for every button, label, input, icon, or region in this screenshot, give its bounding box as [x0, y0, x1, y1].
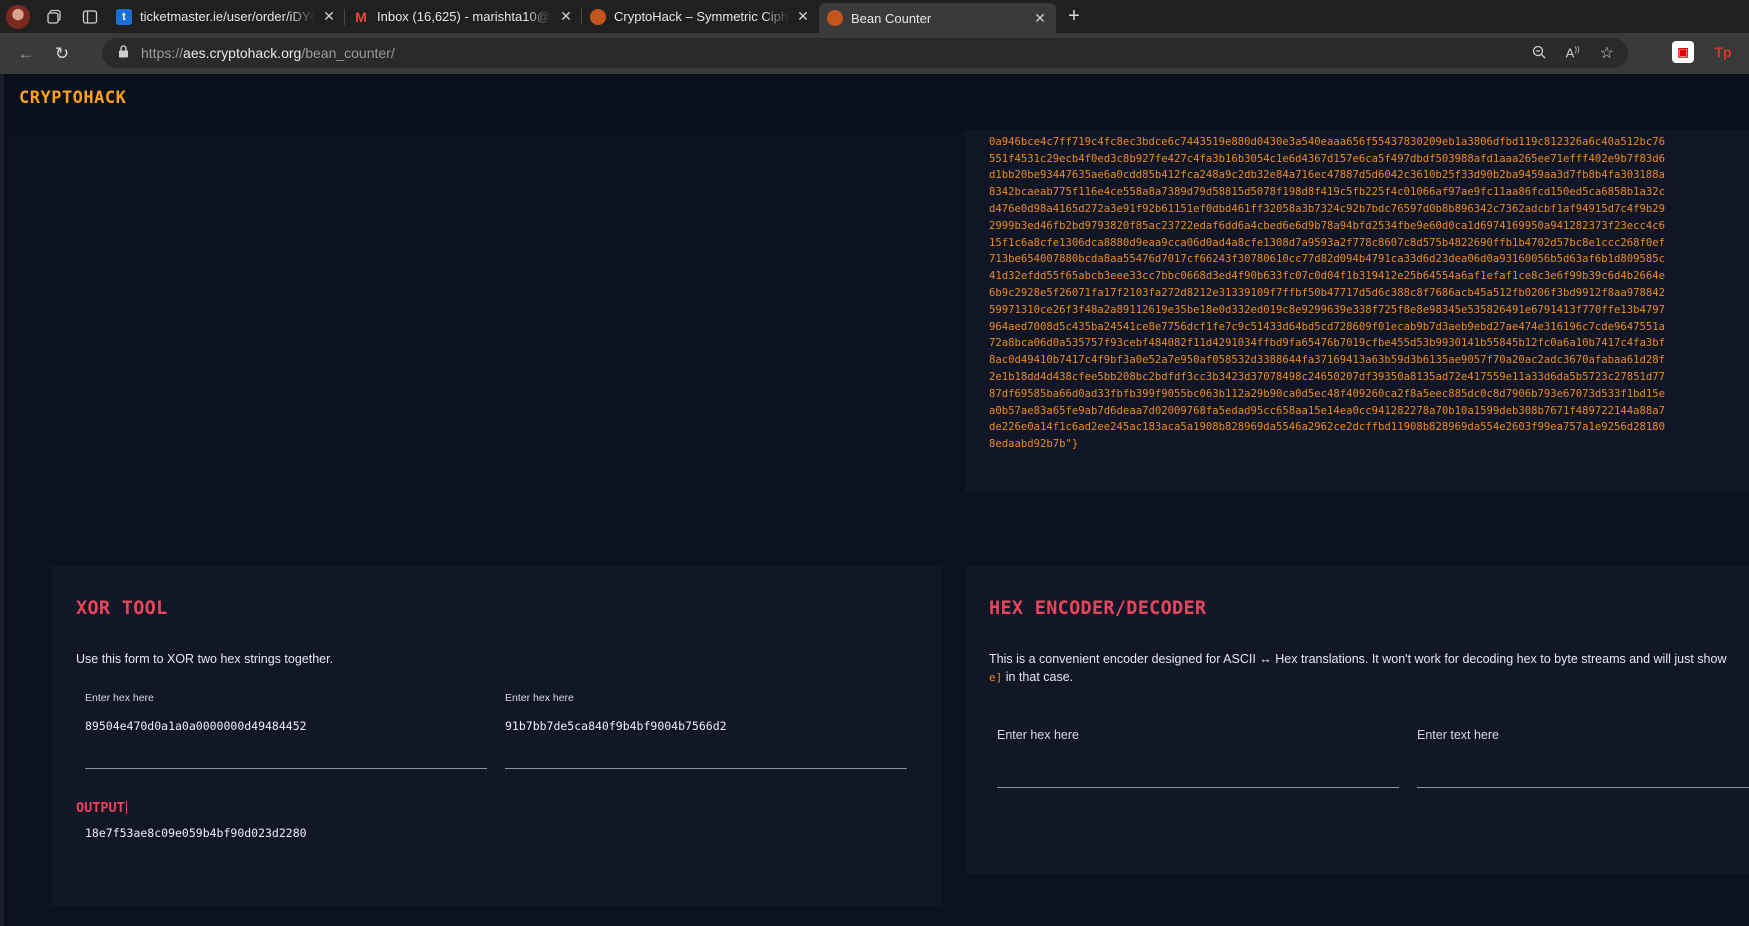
- url-bar[interactable]: https://aes.cryptohack.org/bean_counter/…: [102, 38, 1628, 68]
- site-header: CRYPTOHACK: [4, 74, 1749, 130]
- xor-output-label: OUTPUT: [76, 800, 127, 816]
- xor-tool-card: XOR TOOL Use this form to XOR two hex st…: [52, 566, 941, 906]
- hex-line: 0a946bce4c7ff719c4fc8ec3bdce6c7443519e88…: [989, 135, 1666, 148]
- response-hex-text: 7a51afbb705aaea651702396772a22fa9d54315d…: [989, 130, 1665, 453]
- hex-line: 72a8bca06d0a535757f93cebf484082f11d42910…: [989, 337, 1666, 350]
- hex-line: de226e0a14f1c6ad2ee245ac183aca5a1908b828…: [989, 421, 1666, 434]
- cryptohack-favicon-icon: [827, 10, 843, 26]
- hex-line: 15f1c6a8cfe1306dca8880d9eaa9cca06d0ad4a8…: [989, 236, 1666, 249]
- tab-title: Bean Counter: [851, 10, 932, 26]
- hex-line: 59971310ce26f3f48a2a89112619e35be18e0d33…: [989, 303, 1666, 316]
- tab-title: CryptoHack – Symmetric Ciphers: [614, 9, 789, 24]
- tab-gmail[interactable]: M Inbox (16,625) - marishta10@gmail.com …: [345, 0, 582, 33]
- cryptohack-favicon-icon: [590, 8, 606, 25]
- gmail-favicon-icon: M: [355, 8, 367, 25]
- ticketmaster-favicon-icon: t: [116, 8, 132, 25]
- close-icon[interactable]: ✕: [1032, 10, 1048, 27]
- zoom-icon[interactable]: [1532, 45, 1546, 62]
- cryptohack-logo[interactable]: CRYPTOHACK: [19, 88, 126, 108]
- hex-line: 713be654007880bcda8aa55476d7017cf66243f3…: [989, 253, 1666, 266]
- tab-title: Inbox (16,625) - marishta10@gmail.com: [377, 9, 552, 24]
- lock-icon[interactable]: [118, 45, 129, 61]
- xor-input1-label: Enter hex here: [85, 692, 154, 704]
- hex-line: 2e1b18dd4d438cfee5bb208bc2bdfdf3cc3b3423…: [989, 370, 1666, 383]
- refresh-icon[interactable]: ↻: [44, 44, 80, 64]
- response-output-panel: 7a51afbb705aaea651702396772a22fa9d54315d…: [965, 130, 1749, 492]
- hex-line: 8342bcaeab775f116e4ce558a8a7389d79d58815…: [989, 186, 1666, 199]
- tab-title: ticketmaster.ie/user/order/iDYQd: [140, 9, 315, 24]
- xor-input2-label: Enter hex here: [505, 692, 574, 704]
- xor-tool-title: XOR TOOL: [76, 598, 168, 619]
- hex-input-label: Enter hex here: [997, 728, 1079, 742]
- xor-tool-description: Use this form to XOR two hex strings tog…: [76, 652, 334, 666]
- xor-input2-field[interactable]: 91b7bb7de5ca840f9b4bf9004b7566d2: [505, 719, 727, 733]
- translate-extension-icon[interactable]: Tp: [1712, 41, 1734, 63]
- url-text: https://aes.cryptohack.org/bean_counter/: [141, 45, 395, 61]
- text-input-field[interactable]: [1417, 787, 1749, 788]
- text-input-label: Enter text here: [1417, 728, 1499, 742]
- hex-line: 8edaabd92b7b"}: [989, 438, 1079, 451]
- hex-line: d1bb20be93447635ae6a0cdd85b412fca248a9c2…: [989, 169, 1666, 182]
- profile-avatar[interactable]: [0, 0, 36, 33]
- hex-line: 964aed7008d5c435ba24541ce8e7756dcf1fe7c9…: [989, 320, 1666, 333]
- hex-line: a0b57ae83a65fe9ab7d6deaa7d02009768fa5eda…: [989, 404, 1666, 417]
- hex-tool-description: This is a convenient encoder designed fo…: [989, 652, 1727, 684]
- hex-line: 6b9c2928e5f26071fa17f2103fa272d8212e3133…: [989, 286, 1666, 299]
- tab-bean-counter[interactable]: Bean Counter ✕: [819, 3, 1056, 33]
- address-toolbar: ← ↻ https://aes.cryptohack.org/bean_coun…: [0, 33, 1749, 74]
- tab-actions-icon[interactable]: [72, 0, 108, 33]
- xor-output-value: 18e7f53ae8c09e059b4bf90d023d2280: [85, 826, 307, 840]
- hex-line: d476e0d98a4165d272a3e91f92b61151ef0dbd46…: [989, 202, 1666, 215]
- tab-cryptohack-symmetric[interactable]: CryptoHack – Symmetric Ciphers ✕: [582, 0, 819, 33]
- hex-encoder-card: HEX ENCODER/DECODER This is a convenient…: [965, 566, 1749, 874]
- close-icon[interactable]: ✕: [795, 8, 811, 25]
- close-icon[interactable]: ✕: [321, 8, 337, 25]
- hex-line: 41d32efdd55f65abcb3eee33cc7bbc0668d3ed4f…: [989, 270, 1666, 283]
- extension-icon[interactable]: ▣: [1672, 41, 1694, 63]
- workspaces-icon[interactable]: [36, 0, 72, 33]
- hex-line: 551f4531c29ecb4f0ed3c8b927fe427c4fa3b16b…: [989, 152, 1666, 165]
- page-viewport: CRYPTOHACK 7a51afbb705aaea651702396772a2…: [0, 74, 1749, 926]
- xor-input1-field[interactable]: 89504e470d0a1a0a0000000d49484452: [85, 719, 307, 733]
- hex-line: 8ac0d49410b7417c4f9bf3a0e52a7e950af05853…: [989, 354, 1666, 367]
- new-tab-icon[interactable]: +: [1056, 5, 1092, 28]
- back-icon[interactable]: ←: [8, 44, 44, 64]
- hex-tool-title: HEX ENCODER/DECODER: [989, 598, 1207, 619]
- close-icon[interactable]: ✕: [558, 8, 574, 25]
- hex-input-field[interactable]: [997, 787, 1399, 788]
- favorite-star-icon[interactable]: ☆: [1600, 43, 1614, 63]
- hex-line: 87df69585ba66d0ad33fbfb399f9055bc063b112…: [989, 387, 1666, 400]
- tab-ticketmaster[interactable]: t ticketmaster.ie/user/order/iDYQd ✕: [108, 0, 345, 33]
- browser-tab-bar: t ticketmaster.ie/user/order/iDYQd ✕ M I…: [0, 0, 1749, 33]
- read-aloud-icon[interactable]: A)): [1566, 45, 1580, 60]
- hex-line: 2999b3ed46fb2bd9793820f85ac23722edaf6dd6…: [989, 219, 1666, 232]
